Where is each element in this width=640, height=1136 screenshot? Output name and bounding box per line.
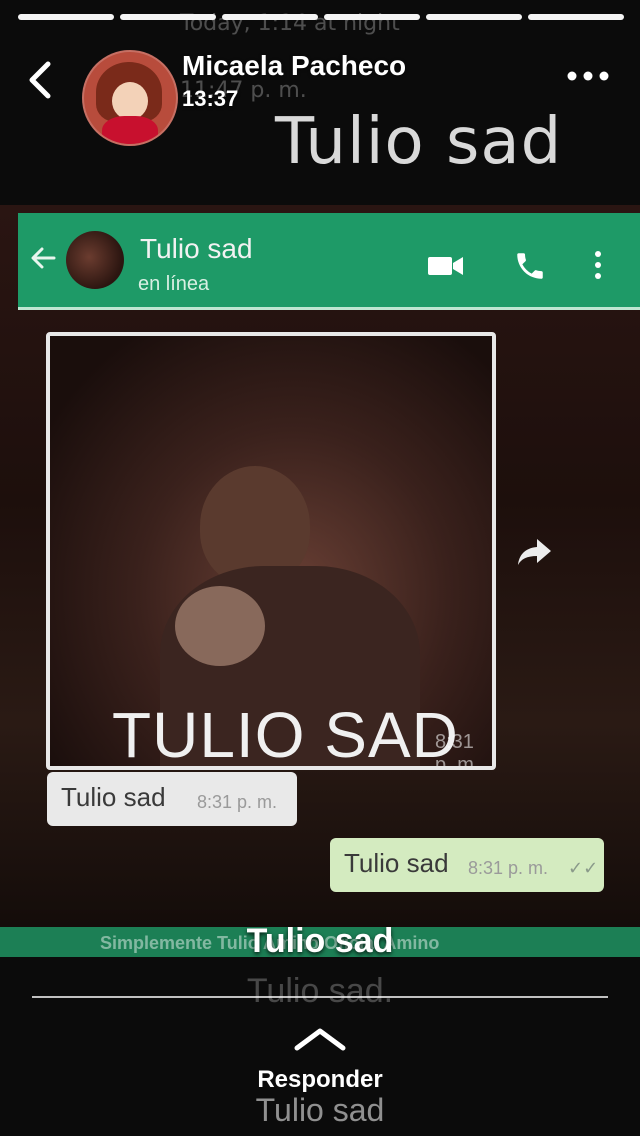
story-caption: Tulio sad	[246, 922, 394, 960]
whatsapp-contact-name: Tulio sad	[140, 233, 253, 264]
shared-image: TULIO SAD 8:31 p. m.	[46, 332, 496, 770]
double-check-icon: ✓✓	[568, 858, 599, 878]
figure-hand	[175, 586, 265, 666]
message-text: Tulio sad	[61, 782, 166, 812]
phone-call-icon	[517, 253, 543, 279]
whatsapp-header: Tulio sad en línea	[18, 213, 640, 310]
avatar-face	[112, 82, 148, 120]
message-time: 8:31 p. m.	[197, 792, 278, 812]
divider	[32, 996, 608, 998]
story-progress-bar	[18, 14, 624, 22]
reply-button[interactable]: Responder	[0, 1066, 640, 1094]
ghost-caption-text: Tulio sad.	[246, 972, 394, 1010]
message-text: Tulio sad	[344, 848, 449, 878]
image-timestamp: 8:31 p. m.	[435, 731, 480, 770]
back-chevron-icon[interactable]	[20, 58, 64, 102]
whatsapp-screenshot: Tulio sad en línea TULIO SAD 8:31 p. m.	[0, 205, 640, 957]
progress-segment	[120, 14, 216, 20]
whatsapp-back-arrow-icon	[31, 247, 56, 269]
image-caption: TULIO SAD	[112, 699, 459, 770]
progress-segment	[426, 14, 522, 20]
outgoing-message-bubble: Tulio sad 8:31 p. m. ✓✓	[330, 838, 604, 892]
reply-chevron-icon[interactable]	[293, 1026, 347, 1052]
story-time: 13:37	[182, 86, 239, 111]
message-time: 8:31 p. m.	[468, 858, 549, 878]
progress-segment	[528, 14, 624, 20]
incoming-message-bubble: Tulio sad 8:31 p. m.	[47, 772, 297, 826]
story-user-name[interactable]: Micaela Pacheco	[182, 50, 406, 82]
progress-segment	[324, 14, 420, 20]
video-call-icon	[428, 257, 463, 275]
ghost-bottom-text: Tulio sad	[255, 1092, 385, 1128]
whatsapp-contact-avatar	[66, 231, 124, 289]
whatsapp-contact-status: en línea	[138, 273, 210, 295]
more-dots-icon[interactable]	[565, 66, 611, 86]
forward-share-icon	[518, 539, 551, 565]
avatar[interactable]	[82, 50, 178, 146]
progress-segment	[18, 14, 114, 20]
story-header: Micaela Pacheco 13:37	[0, 30, 640, 146]
story-image: Today, 1:14 at night 11:47 p. m. Tulio s…	[0, 0, 640, 1136]
whatsapp-more-icon	[595, 251, 601, 279]
avatar-shirt	[102, 116, 158, 144]
progress-segment	[222, 14, 318, 20]
